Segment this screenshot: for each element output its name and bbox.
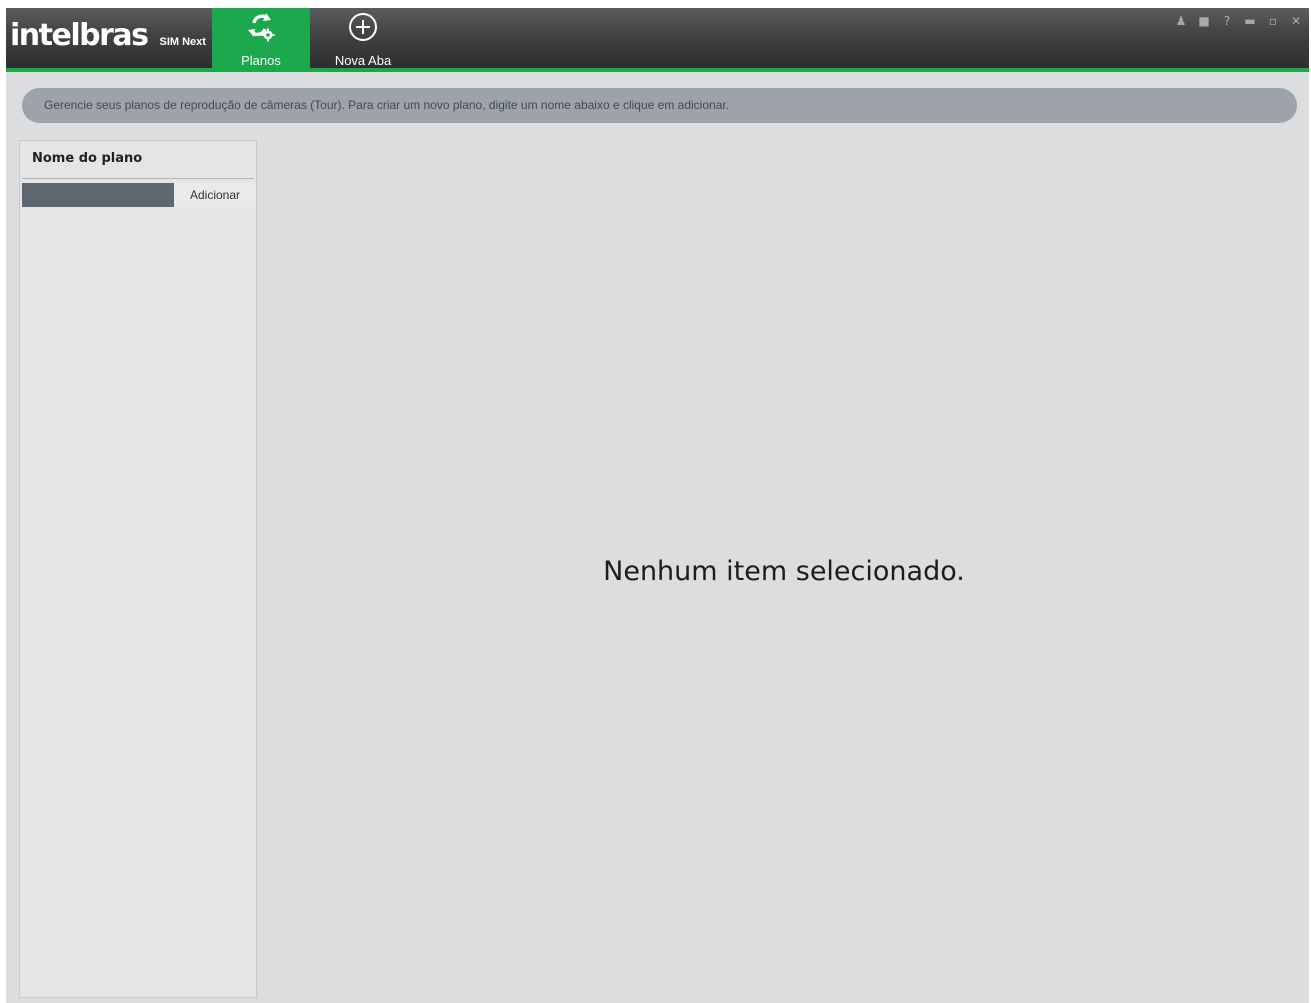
user-icon[interactable]: ♟ — [1174, 12, 1188, 30]
title-bar: intelbras SIM Next Planos Nova Aba ♟ ■ ?… — [6, 8, 1309, 68]
window-controls: ♟ ■ ? ▬ ▫ ✕ — [1174, 12, 1303, 30]
add-plan-button[interactable]: Adicionar — [174, 183, 256, 207]
restore-icon[interactable]: ▫ — [1266, 12, 1280, 30]
lock-icon[interactable]: ■ — [1197, 12, 1211, 30]
add-circle-icon — [349, 13, 377, 41]
empty-state-message: Nenhum item selecionado. — [603, 556, 965, 587]
tab-nova-aba-label: Nova Aba — [334, 53, 392, 68]
minimize-icon[interactable]: ▬ — [1243, 12, 1257, 30]
brand-name: intelbras — [10, 18, 149, 53]
plan-details-panel: Nenhum item selecionado. — [268, 140, 1300, 998]
tab-planos-label: Planos — [241, 53, 281, 68]
product-name: SIM Next — [159, 36, 206, 48]
plans-panel: Nome do plano Adicionar — [19, 140, 257, 998]
close-icon[interactable]: ✕ — [1289, 12, 1303, 30]
tab-planos[interactable]: Planos — [212, 8, 310, 68]
info-banner: Gerencie seus planos de reprodução de câ… — [22, 88, 1297, 123]
brand-logo: intelbras SIM Next — [10, 16, 206, 56]
accent-line — [6, 68, 1309, 72]
tab-nova-aba[interactable]: Nova Aba — [314, 8, 412, 68]
help-icon[interactable]: ? — [1220, 12, 1234, 30]
plan-name-input[interactable] — [22, 183, 174, 207]
plan-name-header: Nome do plano — [32, 151, 143, 166]
app-window: intelbras SIM Next Planos Nova Aba ♟ ■ ?… — [6, 8, 1309, 1003]
header-divider — [22, 178, 254, 179]
plans-refresh-gear-icon — [248, 13, 275, 42]
